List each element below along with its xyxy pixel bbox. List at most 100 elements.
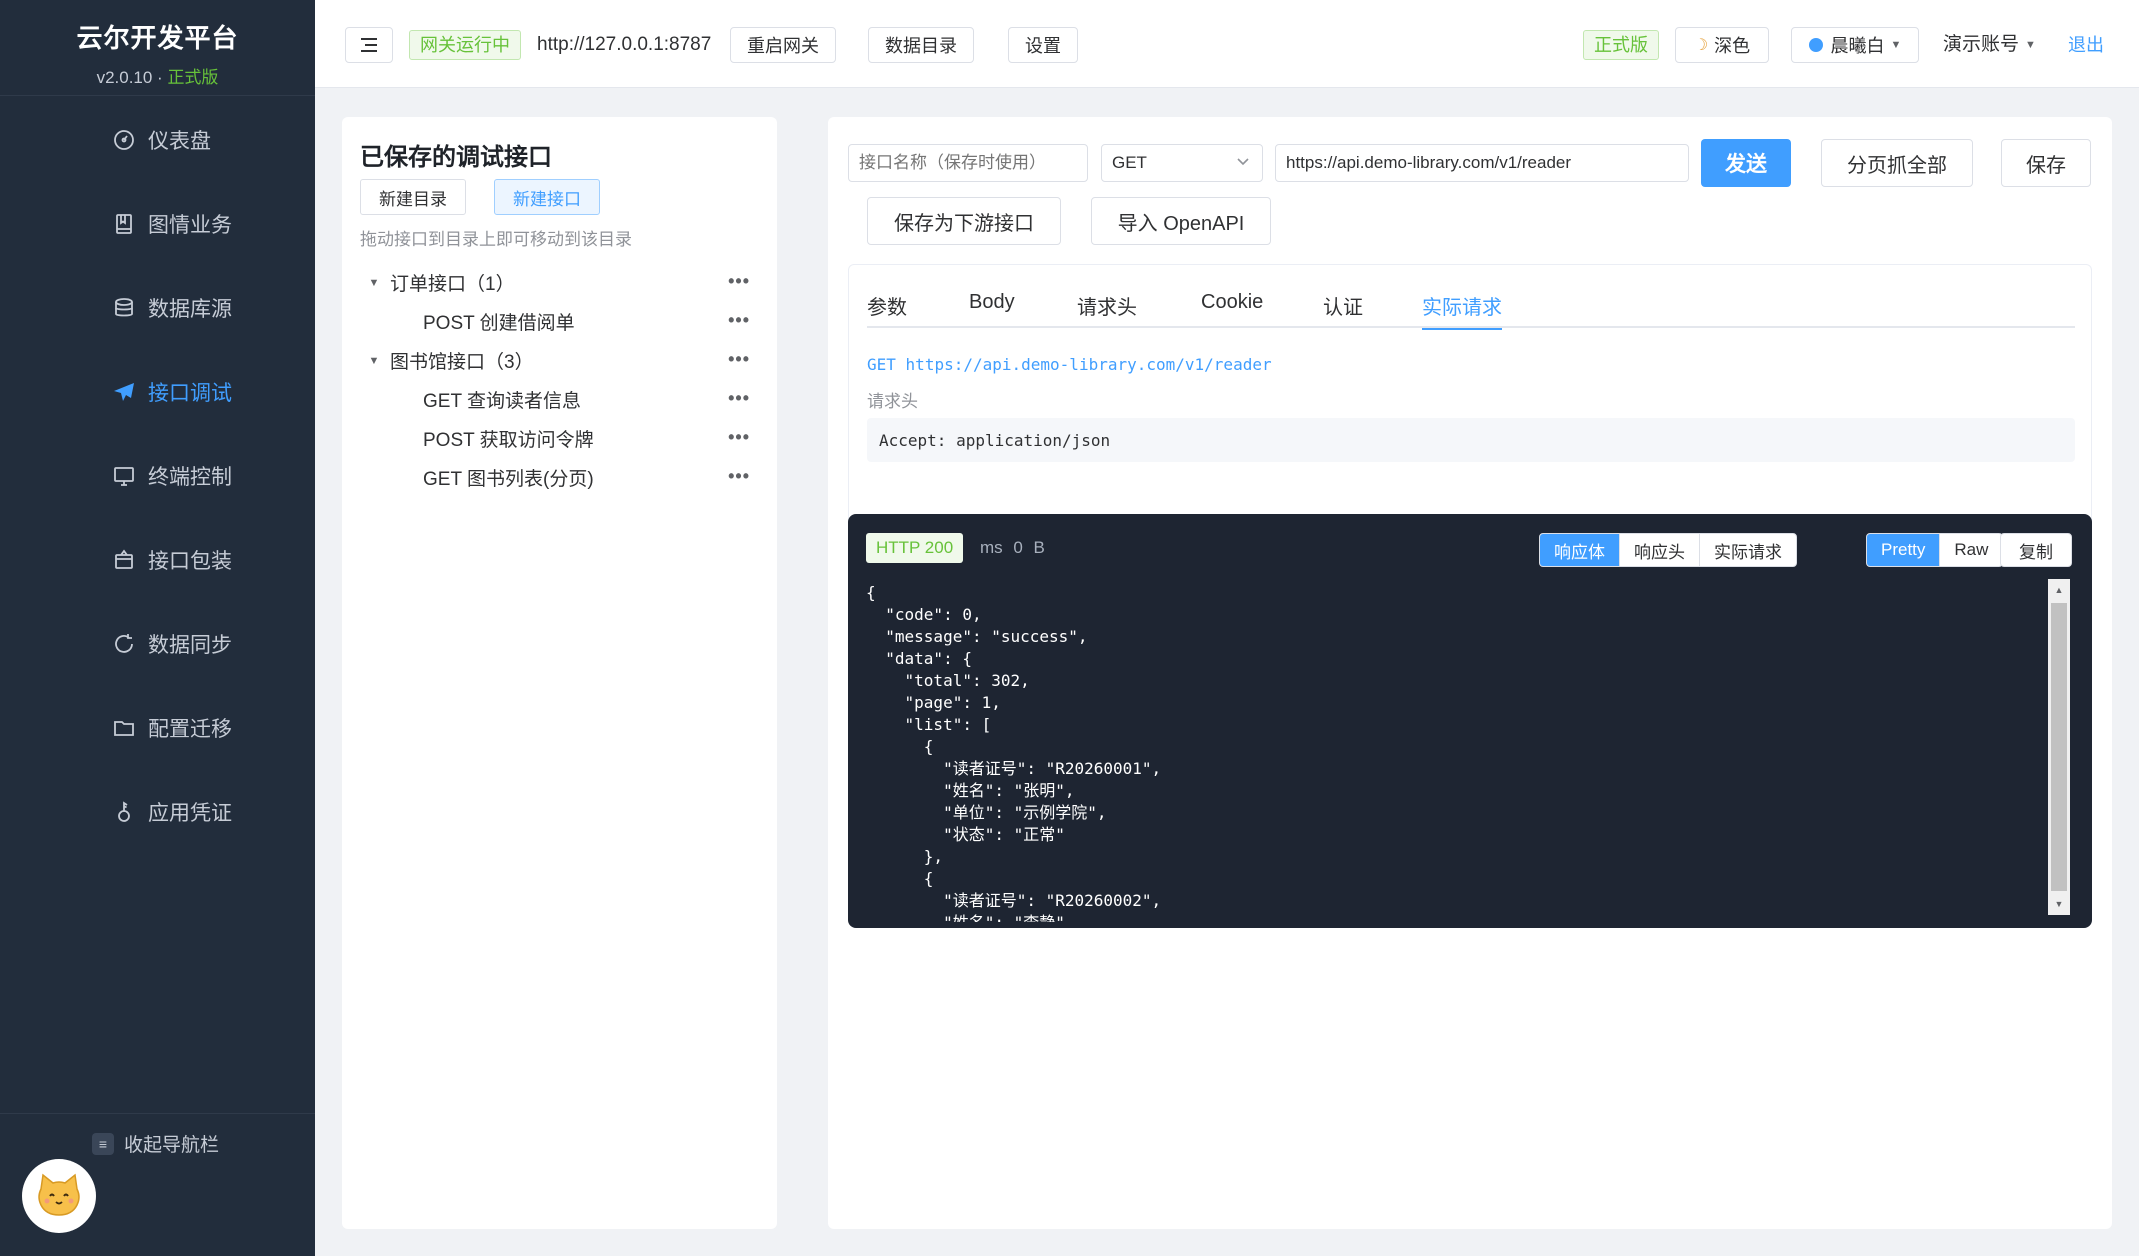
response-view-tabs: 响应体 响应头 实际请求 bbox=[1539, 533, 1797, 567]
import-openapi-button[interactable]: 导入 OpenAPI bbox=[1091, 197, 1271, 245]
nav-item-sync[interactable]: 数据同步 bbox=[0, 602, 315, 686]
nav-item-database[interactable]: 数据库源 bbox=[0, 266, 315, 350]
headers-label: 请求头 bbox=[867, 392, 918, 411]
tab-cookie[interactable]: Cookie bbox=[1201, 291, 1263, 328]
nav-label: 数据同步 bbox=[148, 634, 232, 657]
actual-method: GET bbox=[867, 355, 896, 374]
logout-link[interactable]: 退出 bbox=[2068, 27, 2104, 63]
saved-apis-panel: 已保存的调试接口 新建目录 新建接口 拖动接口到目录上即可移动到该目录 ▼ 订单… bbox=[342, 117, 777, 1229]
nav-item-library[interactable]: 图情业务 bbox=[0, 182, 315, 266]
tab-body[interactable]: Body bbox=[969, 291, 1015, 328]
api-tree: ▼ 订单接口（1） ••• POST 创建借阅单 ••• ▼ 图书馆接口（3） … bbox=[360, 263, 760, 497]
settings-button[interactable]: 设置 bbox=[1008, 27, 1078, 63]
nav-item-dashboard[interactable]: 仪表盘 bbox=[0, 98, 315, 182]
avatar[interactable] bbox=[22, 1159, 96, 1233]
method-select[interactable]: GET bbox=[1101, 144, 1263, 182]
scroll-down-arrow-icon[interactable]: ▼ bbox=[2048, 893, 2070, 915]
api-name-input[interactable] bbox=[848, 144, 1088, 182]
color-theme-label: 晨曦白 bbox=[1830, 36, 1885, 56]
menu-toggle-button[interactable] bbox=[345, 27, 393, 63]
actual-request-line: GET https://api.demo-library.com/v1/read… bbox=[867, 355, 1272, 374]
format-tab-pretty[interactable]: Pretty bbox=[1867, 534, 1940, 566]
database-icon bbox=[112, 296, 136, 320]
view-tab-body[interactable]: 响应体 bbox=[1540, 534, 1619, 566]
nav-label: 数据库源 bbox=[148, 298, 232, 321]
header-value-box: Accept: application/json bbox=[867, 418, 2075, 462]
view-tab-actual-request[interactable]: 实际请求 bbox=[1699, 534, 1796, 566]
tree-folder[interactable]: ▼ 订单接口（1） ••• bbox=[360, 263, 760, 302]
chevron-down-icon bbox=[1237, 158, 1249, 166]
color-theme-select[interactable]: 晨曦白 ▼ bbox=[1791, 27, 1919, 63]
url-input[interactable] bbox=[1275, 144, 1689, 182]
send-button[interactable]: 发送 bbox=[1701, 139, 1791, 187]
key-icon bbox=[112, 800, 136, 824]
tab-headers[interactable]: 请求头 bbox=[1077, 291, 1137, 328]
tree-item[interactable]: GET 查询读者信息 ••• bbox=[360, 380, 760, 419]
tree-label: POST 创建借阅单 bbox=[423, 313, 575, 334]
response-panel: HTTP 200 ms 0 B 响应体 响应头 实际请求 Pretty Raw … bbox=[848, 514, 2092, 928]
tab-actual-request[interactable]: 实际请求 bbox=[1422, 291, 1502, 330]
book-icon bbox=[112, 212, 136, 236]
gateway-status-badge: 网关运行中 bbox=[409, 30, 521, 60]
triangle-down-icon[interactable]: ▼ bbox=[362, 277, 386, 289]
account-menu[interactable]: 演示账号 ▼ bbox=[1943, 27, 2036, 63]
nav-item-migrate[interactable]: 配置迁移 bbox=[0, 686, 315, 770]
more-icon[interactable]: ••• bbox=[728, 310, 750, 331]
sync-icon bbox=[112, 632, 136, 656]
nav-menu: 仪表盘 图情业务 数据库源 接口调试 终端控制 接口包装 数据同步 配置迁移 应… bbox=[0, 98, 315, 854]
nav-item-wrapper[interactable]: 接口包装 bbox=[0, 518, 315, 602]
tree-item[interactable]: GET 图书列表(分页) ••• bbox=[360, 458, 760, 497]
gateway-url: http://127.0.0.1:8787 bbox=[537, 34, 712, 55]
tab-auth[interactable]: 认证 bbox=[1323, 291, 1363, 328]
method-value: GET bbox=[1112, 153, 1147, 172]
format-tab-raw[interactable]: Raw bbox=[1939, 534, 2002, 566]
more-icon[interactable]: ••• bbox=[728, 427, 750, 448]
more-icon[interactable]: ••• bbox=[728, 466, 750, 487]
sidebar-footer: ≡ 收起导航栏 bbox=[0, 1113, 315, 1256]
folder-icon bbox=[112, 716, 136, 740]
view-tab-headers[interactable]: 响应头 bbox=[1619, 534, 1699, 566]
tree-item[interactable]: POST 获取访问令牌 ••• bbox=[360, 419, 760, 458]
restart-gateway-button[interactable]: 重启网关 bbox=[730, 27, 836, 63]
account-name: 演示账号 bbox=[1943, 34, 2020, 55]
tree-item[interactable]: POST 创建借阅单 ••• bbox=[360, 302, 760, 341]
nav-item-credentials[interactable]: 应用凭证 bbox=[0, 770, 315, 854]
collapse-nav-button[interactable]: ≡ 收起导航栏 bbox=[92, 1130, 219, 1157]
more-icon[interactable]: ••• bbox=[728, 388, 750, 409]
new-api-button[interactable]: 新建接口 bbox=[494, 179, 600, 215]
new-folder-button[interactable]: 新建目录 bbox=[360, 179, 466, 215]
request-tabs: 参数 Body 请求头 Cookie 认证 实际请求 bbox=[867, 265, 2075, 330]
data-dir-button[interactable]: 数据目录 bbox=[868, 27, 974, 63]
save-downstream-button[interactable]: 保存为下游接口 bbox=[867, 197, 1061, 245]
dark-mode-button[interactable]: ☽ 深色 bbox=[1675, 27, 1769, 63]
fetch-all-pages-button[interactable]: 分页抓全部 bbox=[1821, 139, 1973, 187]
monitor-icon bbox=[112, 464, 136, 488]
more-icon[interactable]: ••• bbox=[728, 271, 750, 292]
edition-badge: 正式版 bbox=[1583, 30, 1659, 60]
brand-version: v2.0.10 · 正式版 bbox=[0, 63, 315, 88]
drag-hint: 拖动接口到目录上即可移动到该目录 bbox=[360, 230, 632, 249]
nav-label: 应用凭证 bbox=[148, 802, 232, 825]
tree-folder[interactable]: ▼ 图书馆接口（3） ••• bbox=[360, 341, 760, 380]
tab-params[interactable]: 参数 bbox=[867, 291, 907, 328]
triangle-down-icon[interactable]: ▼ bbox=[362, 355, 386, 367]
copy-button[interactable]: 复制 bbox=[2000, 533, 2072, 567]
response-scrollbar[interactable]: ▲ ▼ bbox=[2048, 579, 2070, 915]
package-icon bbox=[112, 548, 136, 572]
nav-item-api-debug[interactable]: 接口调试 bbox=[0, 350, 315, 434]
panel-title: 已保存的调试接口 bbox=[360, 144, 552, 171]
save-button[interactable]: 保存 bbox=[2001, 139, 2091, 187]
version-text: v2.0.10 · bbox=[96, 68, 168, 87]
scroll-thumb[interactable] bbox=[2051, 603, 2067, 891]
response-body[interactable]: { "code": 0, "message": "success", "data… bbox=[866, 582, 2026, 922]
more-icon[interactable]: ••• bbox=[728, 349, 750, 370]
nav-label: 终端控制 bbox=[148, 466, 232, 489]
status-badge: HTTP 200 bbox=[866, 533, 964, 563]
nav-label: 接口包装 bbox=[148, 550, 232, 573]
nav-item-terminal[interactable]: 终端控制 bbox=[0, 434, 315, 518]
scroll-up-arrow-icon[interactable]: ▲ bbox=[2048, 579, 2070, 601]
format-tabs: Pretty Raw bbox=[1866, 533, 2004, 567]
topbar: 网关运行中 http://127.0.0.1:8787 重启网关 数据目录 设置… bbox=[315, 0, 2139, 88]
actual-url: https://api.demo-library.com/v1/reader bbox=[905, 355, 1272, 374]
response-meta: ms 0 B bbox=[980, 538, 1045, 557]
